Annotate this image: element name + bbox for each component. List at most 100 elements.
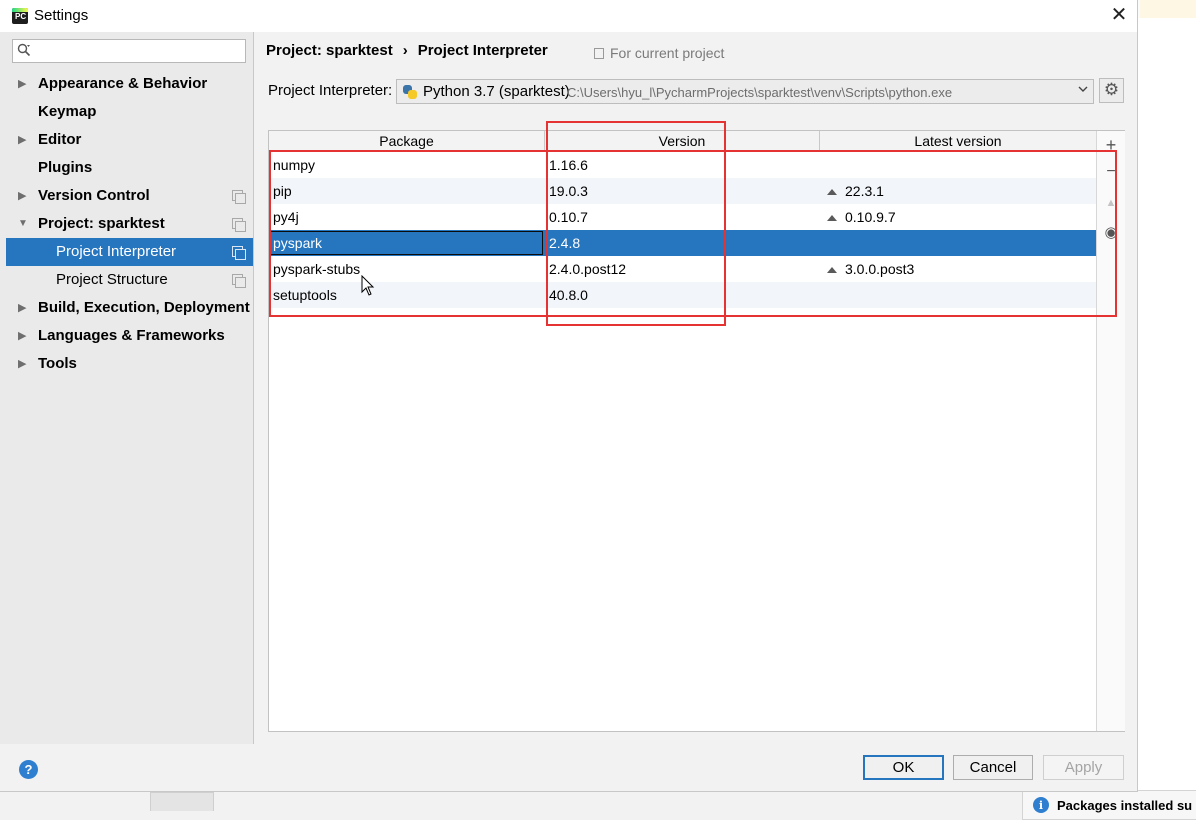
package-name: pip xyxy=(273,183,292,199)
copy-icon xyxy=(232,190,246,204)
python-logo-icon xyxy=(402,84,418,100)
package-latest-version: 0.10.9.7 xyxy=(827,204,896,230)
column-header-package[interactable]: Package xyxy=(269,131,545,151)
breadcrumb-page: Project Interpreter xyxy=(417,42,548,59)
package-name: py4j xyxy=(273,209,299,225)
sidebar-item-editor[interactable]: ▶ Editor xyxy=(6,126,253,154)
chevron-right-icon[interactable]: ▶ xyxy=(18,294,28,322)
table-row[interactable]: pyspark-stubs 2.4.0.post12 3.0.0.post3 xyxy=(269,256,1096,282)
main-panel: Project: sparktest › Project Interpreter F… xyxy=(254,32,1137,744)
chevron-right-icon[interactable]: ▶ xyxy=(18,182,28,210)
sidebar-item-plugins[interactable]: Plugins xyxy=(6,154,253,182)
breadcrumb-separator: › xyxy=(402,42,408,59)
chevron-right-icon[interactable]: ▶ xyxy=(18,126,28,154)
table-header: Package Version Latest version xyxy=(269,131,1096,152)
package-toolbar: + − ▲ ◉ xyxy=(1096,131,1125,731)
chevron-right-icon[interactable]: ▶ xyxy=(18,322,28,350)
remove-icon[interactable]: − xyxy=(1097,163,1125,181)
sidebar-item-build-execution-deployment[interactable]: ▶ Build, Execution, Deployment xyxy=(6,294,253,322)
sidebar-item-project-structure[interactable]: Project Structure xyxy=(6,266,253,294)
settings-dialog: PC Settings ✕ ▶ Appearance & Behavior Keym… xyxy=(0,0,1138,792)
package-latest-version: 22.3.1 xyxy=(827,178,884,204)
package-name: numpy xyxy=(273,157,316,173)
chevron-right-icon[interactable]: ▶ xyxy=(18,350,28,378)
search-input[interactable] xyxy=(37,42,241,62)
interpreter-name: Python 3.7 (sparktest) xyxy=(423,83,570,100)
sidebar-item-label: Project Interpreter xyxy=(56,243,177,260)
close-icon[interactable]: ✕ xyxy=(1108,4,1130,26)
notification-balloon[interactable]: i Packages installed su xyxy=(1022,790,1196,820)
upgrade-arrow-icon xyxy=(827,267,837,273)
copy-icon xyxy=(594,48,604,59)
sidebar-item-keymap[interactable]: Keymap xyxy=(6,98,253,126)
package-version: 40.8.0 xyxy=(549,287,588,303)
cancel-button[interactable]: Cancel xyxy=(953,755,1033,780)
sidebar-item-appearance-behavior[interactable]: ▶ Appearance & Behavior xyxy=(6,70,253,98)
settings-tree: ▶ Appearance & Behavior Keymap ▶ Editor Plugi… xyxy=(6,70,253,378)
search-icon xyxy=(17,43,33,59)
package-name: pyspark-stubs xyxy=(273,261,361,277)
gear-icon[interactable]: ⚙ xyxy=(1099,78,1124,103)
title-bar: PC Settings ✕ xyxy=(0,0,1137,32)
sidebar-item-label: Appearance & Behavior xyxy=(38,75,208,92)
sidebar-item-project-sparktest[interactable]: ▼ Project: sparktest xyxy=(6,210,253,238)
sidebar-item-label: Version Control xyxy=(38,187,150,204)
package-name: pyspark xyxy=(273,235,323,251)
column-header-version[interactable]: Version xyxy=(545,131,820,151)
ok-button[interactable]: OK xyxy=(863,755,944,780)
scope-hint: For current project xyxy=(594,45,724,61)
table-row[interactable]: numpy 1.16.6 xyxy=(269,152,1096,178)
column-header-latest-version[interactable]: Latest version xyxy=(820,131,1096,151)
table-row[interactable]: py4j 0.10.7 0.10.9.7 xyxy=(269,204,1096,230)
interpreter-dropdown[interactable]: Python 3.7 (sparktest) C:\Users\hyu_l\Py… xyxy=(396,79,1094,104)
sidebar-item-label: Project: sparktest xyxy=(38,215,165,232)
package-version: 2.4.0.post12 xyxy=(549,261,627,277)
package-version: 2.4.8 xyxy=(549,235,581,251)
sidebar-item-label: Tools xyxy=(38,355,77,372)
sidebar-item-project-interpreter[interactable]: Project Interpreter xyxy=(6,238,253,266)
upgrade-arrow-icon xyxy=(827,215,837,221)
latest-version-text: 22.3.1 xyxy=(845,183,884,199)
eye-icon[interactable]: ◉ xyxy=(1097,223,1125,241)
background-tab xyxy=(150,792,214,811)
apply-button[interactable]: Apply xyxy=(1043,755,1124,780)
help-icon[interactable]: ? xyxy=(19,760,38,779)
sidebar-item-label: Editor xyxy=(38,131,82,148)
interpreter-path: C:\Users\hyu_l\PycharmProjects\sparktest… xyxy=(567,85,953,100)
chevron-down-icon[interactable]: ▼ xyxy=(18,210,28,238)
sidebar-item-tools[interactable]: ▶ Tools xyxy=(6,350,253,378)
package-latest-version: 3.0.0.post3 xyxy=(827,256,914,282)
add-icon[interactable]: + xyxy=(1097,135,1125,156)
sidebar-item-label: Project Structure xyxy=(56,271,168,288)
interpreter-label: Project Interpreter: xyxy=(268,82,393,99)
sidebar-item-label: Languages & Frameworks xyxy=(38,327,225,344)
upgrade-arrow-icon xyxy=(827,189,837,195)
pycharm-logo-icon: PC xyxy=(12,8,28,24)
background-editor xyxy=(1138,18,1196,810)
package-version: 19.0.3 xyxy=(549,183,588,199)
upgrade-icon[interactable]: ▲ xyxy=(1097,197,1125,209)
search-field[interactable] xyxy=(12,39,246,63)
copy-icon xyxy=(232,274,246,288)
table-row[interactable]: setuptools 40.8.0 xyxy=(269,282,1096,308)
table-row[interactable]: pyspark 2.4.8 xyxy=(269,230,1096,256)
sidebar-item-version-control[interactable]: ▶ Version Control xyxy=(6,182,253,210)
settings-sidebar: ▶ Appearance & Behavior Keymap ▶ Editor Plugi… xyxy=(0,32,254,744)
sidebar-item-label: Keymap xyxy=(38,103,97,120)
latest-version-text: 0.10.9.7 xyxy=(845,209,896,225)
table-row[interactable]: pip 19.0.3 22.3.1 xyxy=(269,178,1096,204)
package-version: 1.16.6 xyxy=(549,157,588,173)
copy-icon xyxy=(232,246,246,260)
mouse-cursor-icon xyxy=(361,274,375,300)
sidebar-item-languages-frameworks[interactable]: ▶ Languages & Frameworks xyxy=(6,322,253,350)
chevron-down-icon xyxy=(1077,83,1089,98)
latest-version-text: 3.0.0.post3 xyxy=(845,261,915,277)
packages-table: Package Version Latest version numpy 1.16… xyxy=(268,130,1125,732)
notification-text: Packages installed su xyxy=(1057,797,1193,813)
package-version: 0.10.7 xyxy=(549,209,588,225)
chevron-right-icon[interactable]: ▶ xyxy=(18,70,28,98)
window-title: Settings xyxy=(34,7,89,24)
breadcrumb: Project: sparktest › Project Interpreter xyxy=(266,42,548,59)
sidebar-item-label: Build, Execution, Deployment xyxy=(38,299,250,316)
background-editor-banner xyxy=(1140,0,1196,19)
